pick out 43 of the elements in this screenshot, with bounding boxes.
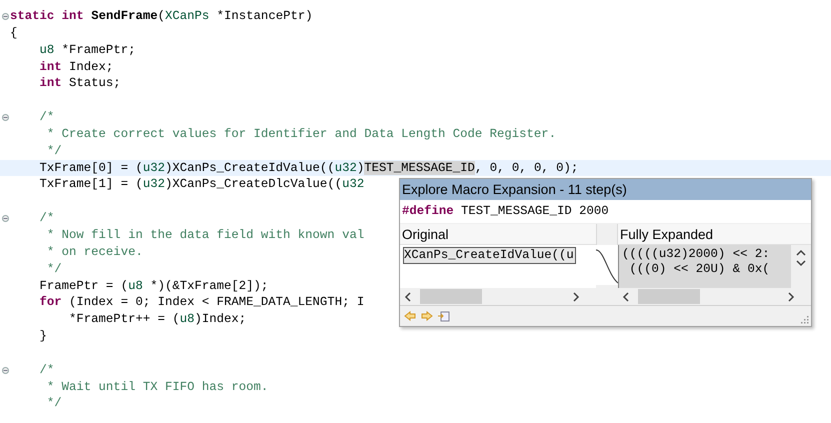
vertical-scrollbar[interactable]: [791, 245, 811, 288]
code-line: TxFrame[0] = (u32)XCanPs_CreateIdValue((u32)TEST_MESSAGE_ID, 0, 0, 0, 0);: [38, 160, 578, 176]
scroll-left-icon[interactable]: [404, 292, 412, 302]
code-line: static int SendFrame(XCanPs *InstancePtr): [10, 8, 313, 25]
code-line: for (Index = 0; Index < FRAME_DATA_LENGTH; I: [38, 294, 364, 312]
code-line: * on receive.: [46, 244, 143, 261]
column-header: Fully Expanded: [618, 224, 811, 245]
popup-title: Explore Macro Expansion - 11 step(s): [400, 179, 811, 200]
code-line: (((0) << 20U) & 0x(: [628, 262, 770, 277]
fold-toggle-icon[interactable]: [2, 366, 8, 374]
scroll-left-icon[interactable]: [622, 292, 630, 302]
code-line: (((((u32)2000) << 2:: [622, 247, 770, 262]
scroll-right-icon[interactable]: [572, 292, 580, 302]
code-line: /*: [38, 362, 54, 379]
code-line: /*: [38, 109, 54, 126]
resize-grip-icon[interactable]: [801, 316, 809, 324]
code-line: *FramePtr++ = (u8)Index;: [68, 311, 246, 328]
column-header: Original: [400, 224, 596, 245]
code-line: {: [10, 24, 18, 42]
code-line: * Wait until TX FIFO has room.: [46, 378, 268, 396]
code-line: */: [46, 395, 62, 412]
code-line: * Create correct values for Identifier and Data Length Code Register.: [46, 126, 556, 143]
scroll-up-icon[interactable]: [796, 249, 806, 256]
code-line: int Status;: [38, 75, 121, 92]
fold-toggle-icon[interactable]: [2, 12, 8, 20]
scroll-thumb[interactable]: [420, 289, 482, 304]
code-line: * Now fill in the data field with known val: [46, 226, 364, 244]
scroll-right-icon[interactable]: [787, 292, 795, 302]
code-line: TxFrame[1] = (u32)XCanPs_CreateDlcValue((u32: [38, 176, 364, 194]
code-line: */: [46, 260, 62, 278]
code-line: }: [38, 328, 47, 345]
open-declaration-icon[interactable]: [438, 310, 450, 322]
code-line: FramePtr = (u8 *)(&TxFrame[2]);: [38, 278, 268, 294]
code-line: /*: [38, 210, 54, 227]
macro-definition: #define TEST_MESSAGE_ID 2000: [400, 200, 811, 223]
column-header: [596, 224, 618, 245]
code-line: */: [46, 142, 62, 160]
scroll-thumb[interactable]: [638, 289, 700, 304]
fold-toggle-icon[interactable]: [2, 114, 8, 121]
code-line: u8 *FramePtr;: [38, 42, 136, 59]
scroll-down-icon[interactable]: [796, 260, 806, 267]
fold-toggle-icon[interactable]: [2, 215, 8, 222]
code-line: int Index;: [38, 58, 114, 76]
